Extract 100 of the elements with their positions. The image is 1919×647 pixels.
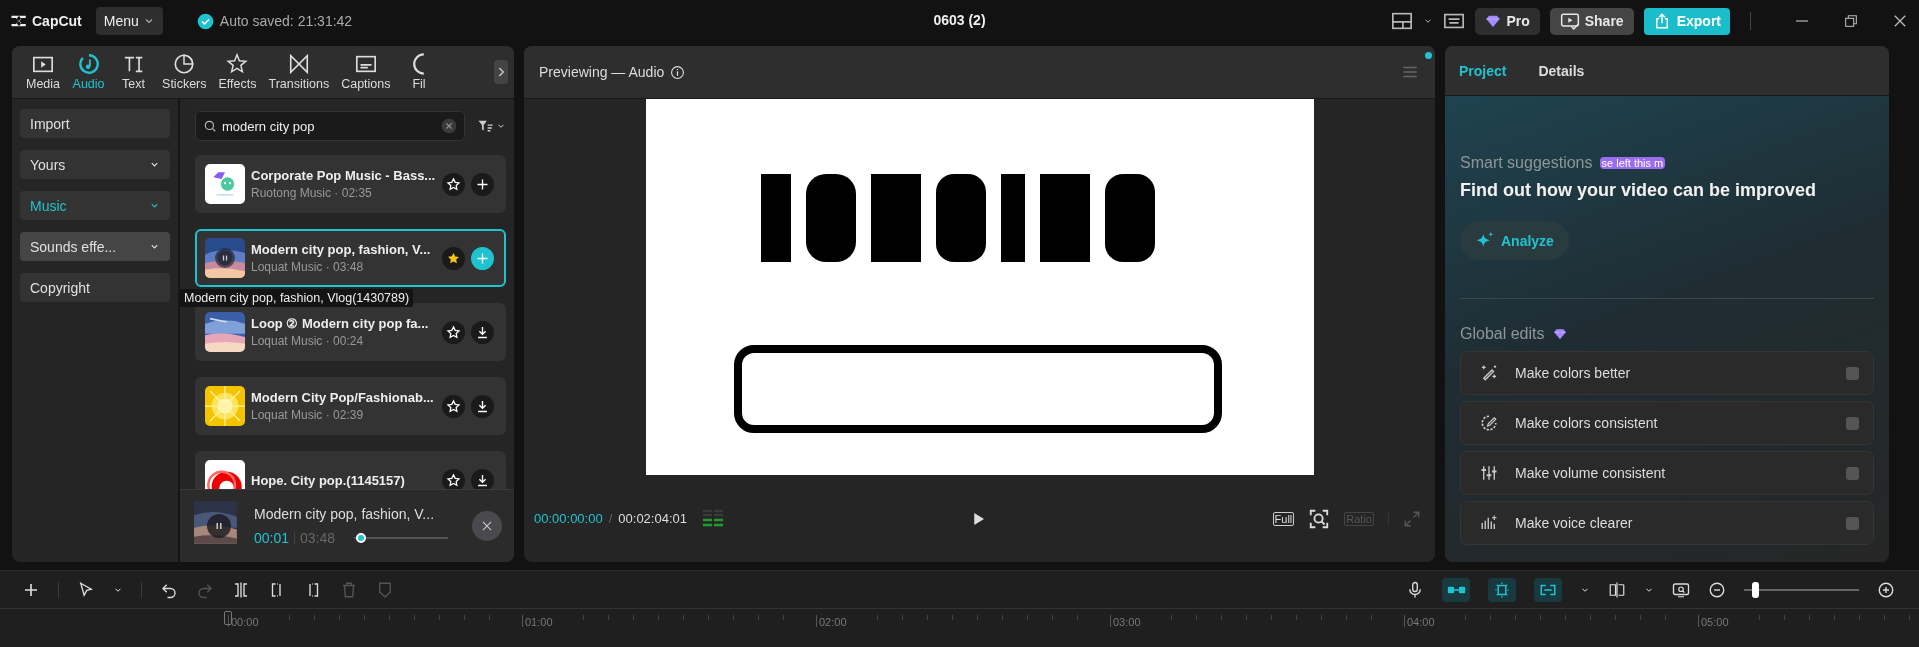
edit-option[interactable]: Make colors better <box>1460 351 1874 395</box>
download-button[interactable] <box>471 468 494 489</box>
media-tab[interactable]: Fil <box>396 53 442 91</box>
star-icon <box>226 53 249 75</box>
close-icon <box>480 519 494 533</box>
media-tab[interactable]: Text <box>111 53 157 91</box>
edit-option[interactable]: Make voice clearer <box>1460 501 1874 545</box>
download-icon <box>475 472 490 488</box>
star-icon <box>446 250 461 266</box>
zoom-out-icon[interactable] <box>1708 580 1726 599</box>
diamond-icon <box>1552 327 1567 341</box>
check-icon <box>196 12 214 30</box>
compare-icon[interactable] <box>1608 580 1626 599</box>
time-label: 01:00 <box>525 616 554 628</box>
category-item[interactable]: Import <box>20 109 170 138</box>
pointer-icon[interactable] <box>77 580 95 599</box>
toggle-button[interactable] <box>1442 577 1470 602</box>
slider-thumb[interactable] <box>1752 581 1760 598</box>
snap-icon <box>1493 580 1511 599</box>
total-time: 00:02:04:01 <box>618 511 687 526</box>
star-icon <box>446 324 461 340</box>
time-label: 04:00 <box>1407 616 1436 628</box>
pro-button[interactable]: Pro <box>1475 7 1540 35</box>
progress-thumb[interactable] <box>355 533 366 543</box>
media-tab[interactable]: Stickers <box>156 53 213 91</box>
focus-icon[interactable] <box>1308 507 1331 530</box>
arc-icon <box>413 53 425 75</box>
bowtie-icon <box>287 53 310 75</box>
autosave-status: Auto saved: 21:31:42 <box>219 13 353 29</box>
app-name: CapCut <box>32 13 82 29</box>
full-button[interactable]: Full <box>1272 511 1295 526</box>
project-title: 0603 (2) <box>933 12 986 28</box>
edit-option[interactable]: Make volume consistent <box>1460 451 1874 495</box>
favorite-button[interactable] <box>442 172 465 196</box>
category-item[interactable]: Yours <box>20 150 170 179</box>
star-icon <box>446 472 461 488</box>
color-dropper-icon <box>1480 414 1498 432</box>
preview-axis-icon[interactable] <box>1672 580 1690 599</box>
toggle[interactable] <box>1846 366 1859 380</box>
time-label: 00:00 <box>231 616 260 628</box>
download-button[interactable] <box>471 394 494 418</box>
star-icon <box>446 176 461 192</box>
star-icon <box>446 398 461 414</box>
track-card[interactable]: Modern City Pop/Fashionab... Loquat Music · 02:39 <box>195 377 506 435</box>
close-button[interactable] <box>472 511 502 541</box>
download-button[interactable] <box>471 320 494 344</box>
playhead[interactable] <box>224 611 232 625</box>
current-time: 00:00:00:00 <box>534 511 603 526</box>
favorite-button[interactable] <box>442 320 465 344</box>
track-title: Modern city pop, fashion, V... <box>254 506 436 522</box>
favorite-button[interactable] <box>442 468 465 489</box>
category-item[interactable]: Copyright <box>20 273 170 302</box>
track-title: Hope. City pop.(1145157) <box>251 472 406 488</box>
preview-title: Previewing — Audio <box>539 64 665 80</box>
download-icon <box>475 398 490 414</box>
menu-button[interactable]: Menu <box>95 7 163 35</box>
clear-icon[interactable] <box>441 118 457 134</box>
toggle[interactable] <box>1846 516 1859 530</box>
media-tab[interactable]: Transitions <box>262 53 336 91</box>
split-icon[interactable] <box>232 580 250 599</box>
track-card[interactable]: Hope. City pop.(1145157) <box>195 451 506 489</box>
add-button[interactable] <box>471 172 494 196</box>
search-field[interactable]: modern city pop <box>195 111 465 141</box>
toggle-button[interactable] <box>1534 577 1562 602</box>
suggestion-heading: Find out how your video can be improved <box>1460 180 1818 201</box>
media-tab[interactable]: Captions <box>335 53 397 91</box>
analyze-button[interactable]: Analyze <box>1460 221 1569 260</box>
pie-icon <box>173 53 196 75</box>
section-label: Smart suggestions <box>1460 154 1593 172</box>
next-button[interactable] <box>494 60 508 84</box>
restore-icon[interactable] <box>1843 13 1859 29</box>
track-card[interactable]: Corporate Pop Music - Bass... Ruotong Music · 02:35 <box>195 155 506 213</box>
track-info: Ruotong Music · 02:35 <box>251 186 373 200</box>
zoom-in-icon[interactable] <box>1877 580 1895 599</box>
favorite-button[interactable] <box>442 394 465 418</box>
category-item[interactable]: Sounds effe... <box>20 232 170 261</box>
link-clips-icon <box>1446 585 1466 594</box>
media-tab[interactable]: Media <box>20 53 67 91</box>
marquee-badge: se left this m <box>1599 157 1666 169</box>
info-icon[interactable] <box>670 64 686 80</box>
music-note-icon <box>77 53 100 75</box>
share-button[interactable]: Share <box>1549 7 1634 35</box>
panel-tab[interactable]: Project <box>1459 62 1507 79</box>
media-tab[interactable]: Audio <box>66 53 112 91</box>
panel-tab[interactable]: Details <box>1538 62 1585 79</box>
toggle[interactable] <box>1846 466 1859 480</box>
track-info: Loquat Music · 03:48 <box>251 260 365 274</box>
toggle[interactable] <box>1846 416 1859 430</box>
elapsed-time: 00:01 <box>254 530 290 546</box>
favorite-button[interactable] <box>442 246 465 270</box>
toggle-button[interactable] <box>1488 577 1516 602</box>
layout-icon[interactable] <box>1391 10 1414 32</box>
category-item[interactable]: Music <box>20 191 170 220</box>
microphone-icon[interactable] <box>1406 580 1424 599</box>
sliders-icon <box>1480 464 1498 482</box>
track-info: Loquat Music · 00:24 <box>251 334 365 348</box>
add-button[interactable] <box>471 246 494 270</box>
track-title: Loop ② Modern city pop fa... <box>251 316 430 331</box>
edit-option[interactable]: Make colors consistent <box>1460 401 1874 445</box>
media-tab[interactable]: Effects <box>212 53 263 91</box>
